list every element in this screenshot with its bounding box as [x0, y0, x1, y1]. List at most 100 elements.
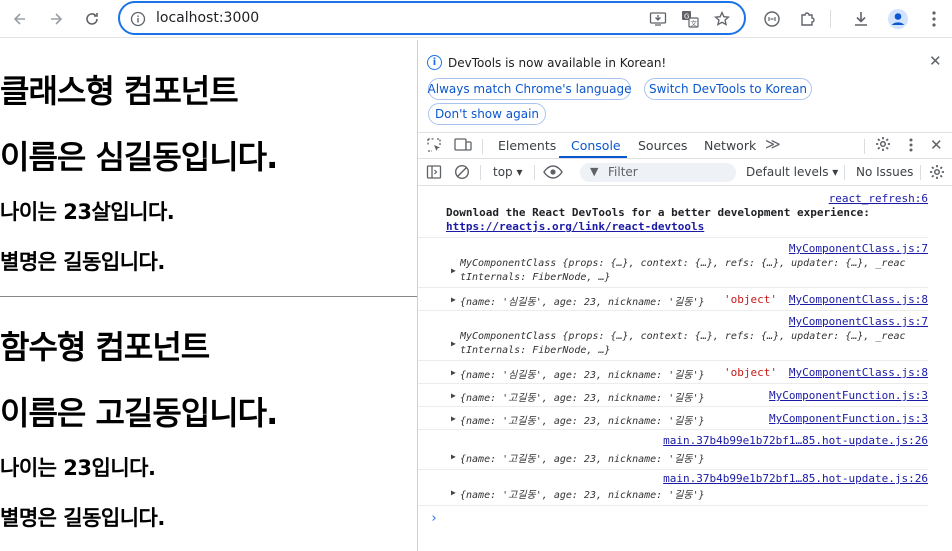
expand-triangle-icon[interactable]: ▶ — [451, 266, 456, 275]
expand-triangle-icon[interactable]: ▶ — [451, 414, 456, 423]
sidebar-toggle-icon[interactable] — [426, 164, 442, 184]
console-log: react_refresh:6 Download the React DevTo… — [418, 186, 952, 551]
install-app-icon[interactable] — [648, 9, 668, 29]
expand-triangle-icon[interactable]: ▶ — [451, 295, 456, 304]
forward-arrow-icon[interactable] — [42, 5, 70, 33]
function-name-text: 이름은 고길동입니다. — [0, 394, 278, 432]
source-link[interactable]: main.37b4b99e1b72bf1…85.hot-update.js:26 — [663, 472, 928, 485]
function-age-text: 나이는 23입니다. — [0, 456, 156, 480]
context-selector[interactable]: top ▾ — [493, 165, 523, 179]
url-text: localhost:3000 — [156, 10, 260, 26]
source-link[interactable]: MyComponentClass.js:8 — [789, 366, 928, 379]
function-nickname-text: 별명은 길동입니다. — [0, 506, 165, 530]
page-content: 클래스형 컴포넌트 이름은 심길동입니다. 나이는 23살입니다. 별명은 길동… — [0, 40, 417, 551]
svg-text:文: 文 — [691, 19, 698, 28]
devtools-menu-icon[interactable] — [908, 137, 914, 157]
close-devtools-icon[interactable]: ✕ — [930, 136, 943, 154]
device-toolbar-icon[interactable] — [454, 137, 472, 157]
expand-triangle-icon[interactable]: ▶ — [451, 368, 456, 377]
tab-network[interactable]: Network — [704, 138, 756, 153]
devtools-panel: i DevTools is now available in Korean! ✕… — [418, 40, 952, 551]
expand-triangle-icon[interactable]: ▶ — [451, 339, 456, 348]
address-bar[interactable]: localhost:3000 G文 — [118, 1, 746, 35]
message-text: Download the React DevTools for a better… — [446, 206, 870, 219]
menu-icon[interactable] — [920, 5, 948, 33]
browser-toolbar: localhost:3000 G文 — [0, 0, 952, 38]
language-infobar: i DevTools is now available in Korean! ✕… — [418, 40, 952, 132]
infobar-message: DevTools is now available in Korean! — [448, 56, 667, 70]
download-icon[interactable] — [847, 5, 875, 33]
always-match-language-button[interactable]: Always match Chrome's language — [428, 78, 631, 100]
console-divider — [480, 165, 481, 180]
site-info-icon[interactable] — [128, 9, 148, 29]
object-preview[interactable]: {name: '심길동', age: 23, nickname: '길동'} — [460, 366, 705, 381]
extension-status-icon[interactable] — [758, 5, 786, 33]
tab-sources[interactable]: Sources — [638, 138, 687, 153]
source-link[interactable]: MyComponentFunction.js:3 — [769, 412, 928, 425]
console-divider-4 — [920, 165, 921, 180]
gear-icon[interactable] — [875, 136, 891, 156]
console-filter-input[interactable]: ▼ Filter — [580, 163, 736, 182]
object-preview[interactable]: MyComponentClass {props: {…}, context: {… — [460, 331, 928, 342]
console-message: main.37b4b99e1b72bf1…85.hot-update.js:26… — [418, 470, 928, 506]
console-settings-gear-icon[interactable] — [929, 164, 945, 184]
object-preview[interactable]: {name: '고길동', age: 23, nickname: '길동'} — [460, 486, 705, 501]
clear-console-icon[interactable] — [454, 164, 470, 184]
object-preview[interactable]: {name: '고길동', age: 23, nickname: '길동'} — [460, 389, 705, 404]
object-preview[interactable]: {name: '고길동', age: 23, nickname: '길동'} — [460, 412, 705, 427]
translate-icon[interactable]: G文 — [680, 9, 700, 29]
object-preview-cont: tInternals: FiberNode, …} — [460, 272, 611, 283]
source-link[interactable]: MyComponentFunction.js:3 — [769, 389, 928, 402]
object-preview[interactable]: {name: '고길동', age: 23, nickname: '길동'} — [460, 450, 705, 465]
filter-funnel-icon: ▼ — [590, 165, 599, 178]
reload-icon[interactable] — [78, 5, 106, 33]
expand-triangle-icon[interactable]: ▶ — [451, 488, 456, 497]
context-value: top — [493, 165, 513, 179]
tab-elements[interactable]: Elements — [498, 138, 556, 153]
source-link[interactable]: main.37b4b99e1b72bf1…85.hot-update.js:26 — [663, 434, 928, 447]
source-link[interactable]: MyComponentClass.js:7 — [789, 242, 928, 255]
tab-console[interactable]: Console — [571, 138, 621, 153]
tab-divider — [482, 139, 483, 154]
console-message: react_refresh:6 Download the React DevTo… — [418, 186, 928, 238]
switch-to-korean-button[interactable]: Switch DevTools to Korean — [644, 78, 812, 100]
more-tabs-chevron-icon[interactable]: ≫ — [765, 135, 781, 153]
class-nickname-text: 별명은 길동입니다. — [0, 250, 165, 274]
function-component-heading: 함수형 컴포넌트 — [0, 328, 210, 366]
inspect-element-icon[interactable] — [426, 137, 442, 157]
object-preview[interactable]: {name: '심길동', age: 23, nickname: '길동'} — [460, 293, 705, 308]
filter-placeholder: Filter — [608, 165, 638, 179]
expand-triangle-icon[interactable]: ▶ — [451, 391, 456, 400]
info-icon: i — [427, 55, 442, 70]
source-link[interactable]: MyComponentClass.js:7 — [789, 315, 928, 328]
console-divider-2 — [534, 165, 535, 180]
tab-divider-2 — [864, 139, 865, 154]
back-arrow-icon[interactable] — [6, 5, 34, 33]
typeof-value: 'object' — [724, 293, 777, 306]
object-preview-cont: tInternals: FiberNode, …} — [460, 345, 611, 356]
devtools-link[interactable]: https://reactjs.org/link/react-devtools — [446, 220, 704, 233]
bookmark-star-icon[interactable] — [712, 9, 732, 29]
source-link[interactable]: MyComponentClass.js:8 — [789, 293, 928, 306]
class-component-heading: 클래스형 컴포넌트 — [0, 72, 239, 110]
typeof-value: 'object' — [724, 366, 777, 379]
profile-icon[interactable] — [884, 5, 912, 33]
close-icon[interactable]: ✕ — [929, 52, 942, 70]
console-prompt-chevron-icon[interactable]: › — [430, 511, 438, 526]
dont-show-again-button[interactable]: Don't show again — [428, 103, 546, 125]
devtools-tabs: Elements Console Sources Network ≫ ✕ — [418, 132, 952, 159]
log-levels-label: Default levels — [746, 165, 829, 179]
log-levels-dropdown[interactable]: Default levels ▾ — [746, 165, 838, 179]
console-message: ▶ {name: '고길동', age: 23, nickname: '길동'}… — [418, 384, 928, 407]
issues-counter[interactable]: No Issues — [856, 165, 913, 179]
console-toolbar: top ▾ ▼ Filter Default levels ▾ No Issue… — [418, 160, 952, 186]
source-link[interactable]: react_refresh:6 — [829, 192, 928, 205]
live-expression-eye-icon[interactable] — [543, 165, 563, 183]
console-message: ▶ {name: '심길동', age: 23, nickname: '길동'}… — [418, 288, 928, 311]
object-preview[interactable]: MyComponentClass {props: {…}, context: {… — [460, 258, 928, 269]
divider-line — [0, 296, 417, 297]
expand-triangle-icon[interactable]: ▶ — [451, 452, 456, 461]
console-message: main.37b4b99e1b72bf1…85.hot-update.js:26… — [418, 430, 928, 470]
toolbar-divider — [830, 10, 831, 28]
extensions-icon[interactable] — [794, 5, 822, 33]
